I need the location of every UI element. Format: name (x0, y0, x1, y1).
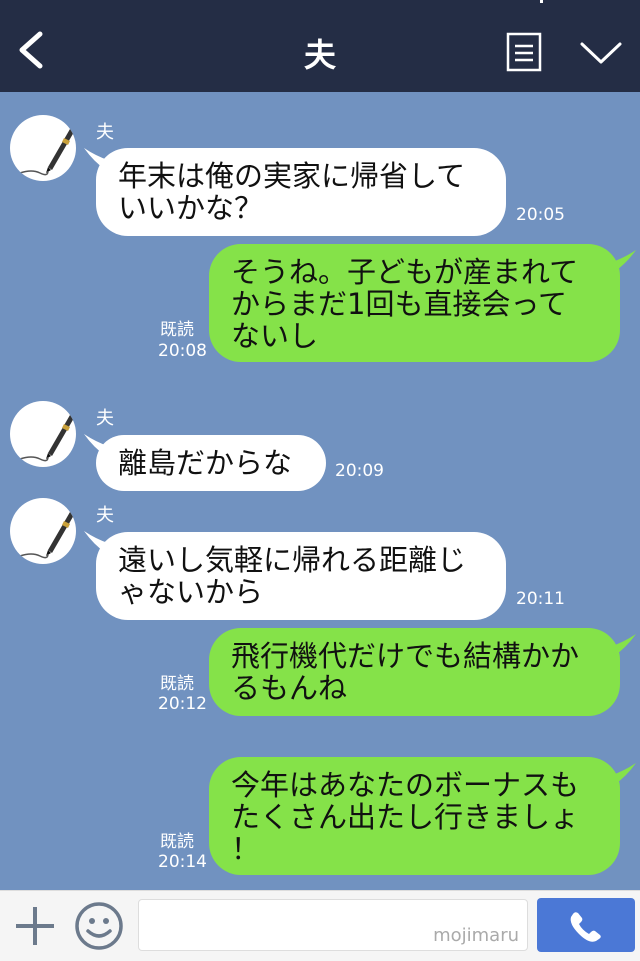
avatar[interactable] (10, 401, 76, 467)
chat-title: 夫 (303, 36, 336, 74)
message-text: 飛行機代だけでも結構かか るもんね (231, 639, 580, 705)
sender-name: 夫 (96, 505, 114, 526)
message-composer: mojimaru (0, 890, 640, 961)
menu-icon[interactable] (506, 32, 542, 72)
message-bubble-outgoing[interactable]: 今年はあなたのボーナスも たくさん出たし行きましょ ！ (209, 757, 620, 875)
message-time: 20:08 (158, 341, 207, 361)
message-bubble-incoming[interactable]: 遠いし気軽に帰れる距離じ ゃないから (96, 532, 506, 620)
message-time: 20:14 (158, 852, 207, 872)
watermark: mojimaru (433, 925, 519, 946)
read-receipt: 既読 (160, 832, 194, 852)
message-text: 離島だからな (118, 446, 293, 480)
message-list[interactable]: 夫 年末は俺の実家に帰省して いいかな？ 20:05 既読 20:08 そうね。… (0, 92, 640, 890)
status-indicator (540, 0, 543, 3)
chevron-down-icon[interactable] (578, 38, 624, 68)
message-bubble-incoming[interactable]: 離島だからな (96, 435, 326, 491)
bubble-tail (612, 634, 636, 656)
message-time: 20:12 (158, 694, 207, 714)
plus-icon[interactable] (14, 905, 56, 947)
read-receipt: 既読 (160, 674, 194, 694)
emoji-icon[interactable] (74, 901, 124, 951)
message-time: 20:09 (335, 461, 384, 481)
sender-name: 夫 (96, 408, 114, 429)
message-text: 今年はあなたのボーナスも たくさん出たし行きましょ ！ (231, 768, 580, 866)
message-text: 遠いし気軽に帰れる距離じ ゃないから (118, 543, 467, 609)
sender-name: 夫 (96, 122, 114, 143)
message-time: 20:11 (516, 589, 565, 609)
message-time: 20:05 (516, 205, 565, 225)
message-bubble-outgoing[interactable]: 飛行機代だけでも結構かか るもんね (209, 628, 620, 716)
phone-icon (570, 912, 601, 942)
pen-icon (19, 415, 74, 462)
pen-icon (19, 512, 74, 559)
bubble-tail (612, 250, 636, 272)
avatar[interactable] (10, 498, 76, 564)
read-receipt: 既読 (160, 320, 194, 340)
pen-icon (19, 129, 74, 176)
message-bubble-incoming[interactable]: 年末は俺の実家に帰省して いいかな？ (96, 148, 506, 236)
message-text: そうね。子どもが産まれて からまだ1回も直接会って ないし (231, 255, 579, 353)
bubble-tail (612, 763, 636, 785)
message-input[interactable]: mojimaru (138, 899, 528, 951)
chat-header: 夫 (0, 0, 640, 92)
message-bubble-outgoing[interactable]: そうね。子どもが産まれて からまだ1回も直接会って ないし (209, 244, 620, 362)
call-button[interactable] (537, 898, 635, 952)
message-text: 年末は俺の実家に帰省して いいかな？ (118, 159, 466, 225)
avatar[interactable] (10, 115, 76, 181)
